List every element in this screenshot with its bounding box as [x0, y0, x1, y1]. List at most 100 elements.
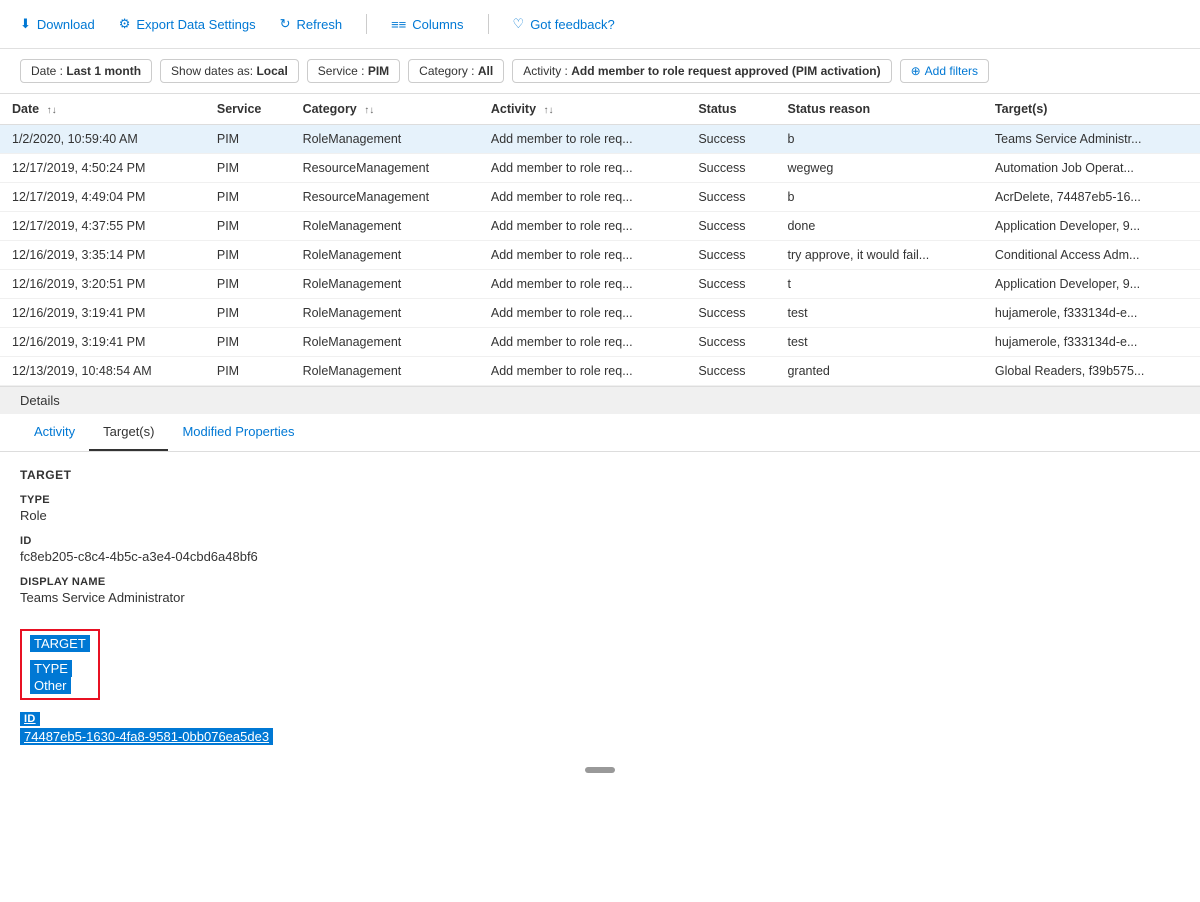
tab-modified[interactable]: Modified Properties: [168, 414, 308, 451]
date-filter-value: Last 1 month: [66, 64, 141, 78]
cell-status_reason: t: [775, 270, 982, 299]
cell-status_reason: b: [775, 183, 982, 212]
cell-status: Success: [686, 183, 775, 212]
toolbar-divider-1: [366, 14, 367, 34]
table-row[interactable]: 12/17/2019, 4:49:04 PMPIMResourceManagem…: [0, 183, 1200, 212]
table-row[interactable]: 1/2/2020, 10:59:40 AMPIMRoleManagementAd…: [0, 125, 1200, 154]
activity-filter[interactable]: Activity : Add member to role request ap…: [512, 59, 891, 83]
details-tabs: Activity Target(s) Modified Properties: [0, 414, 1200, 452]
cell-activity: Add member to role req...: [479, 328, 686, 357]
cell-category: RoleManagement: [291, 241, 479, 270]
cell-status_reason: try approve, it would fail...: [775, 241, 982, 270]
col-header-status-reason[interactable]: Status reason: [775, 94, 982, 125]
cell-status: Success: [686, 154, 775, 183]
cell-status: Success: [686, 299, 775, 328]
col-header-status[interactable]: Status: [686, 94, 775, 125]
cell-activity: Add member to role req...: [479, 183, 686, 212]
service-filter-label: Service :: [318, 64, 365, 78]
cell-activity: Add member to role req...: [479, 125, 686, 154]
cell-targets: AcrDelete, 74487eb5-16...: [983, 183, 1200, 212]
cell-targets: hujamerole, f333134d-e...: [983, 299, 1200, 328]
cell-status: Success: [686, 357, 775, 386]
table-row[interactable]: 12/17/2019, 4:37:55 PMPIMRoleManagementA…: [0, 212, 1200, 241]
target2-type-value-row: Other: [30, 677, 90, 694]
target2-type-row: TYPE: [30, 660, 90, 677]
cell-service: PIM: [205, 125, 291, 154]
cell-status: Success: [686, 241, 775, 270]
tab-activity[interactable]: Activity: [20, 414, 89, 451]
table-row[interactable]: 12/16/2019, 3:35:14 PMPIMRoleManagementA…: [0, 241, 1200, 270]
col-header-category[interactable]: Category ↑↓: [291, 94, 479, 125]
cell-status: Success: [686, 212, 775, 241]
cell-status_reason: granted: [775, 357, 982, 386]
table-row[interactable]: 12/16/2019, 3:19:41 PMPIMRoleManagementA…: [0, 299, 1200, 328]
cell-service: PIM: [205, 154, 291, 183]
target2-type-value-selected: Other: [30, 677, 71, 694]
refresh-icon: ↻: [280, 16, 291, 32]
table-row[interactable]: 12/16/2019, 3:19:41 PMPIMRoleManagementA…: [0, 328, 1200, 357]
target2-type-label-selected: TYPE: [30, 660, 72, 677]
target1-display-name-value: Teams Service Administrator: [20, 590, 1180, 605]
refresh-button[interactable]: ↻ Refresh: [280, 16, 342, 32]
service-filter[interactable]: Service : PIM: [307, 59, 400, 83]
col-header-targets[interactable]: Target(s): [983, 94, 1200, 125]
target2-title-selected: TARGET: [30, 635, 90, 652]
cell-service: PIM: [205, 241, 291, 270]
tab-targets[interactable]: Target(s): [89, 414, 168, 451]
cell-category: ResourceManagement: [291, 183, 479, 212]
category-filter-label: Category :: [419, 64, 474, 78]
cell-category: RoleManagement: [291, 328, 479, 357]
cell-status_reason: test: [775, 299, 982, 328]
activity-sort-icon: ↑↓: [544, 105, 554, 116]
cell-service: PIM: [205, 183, 291, 212]
cell-status_reason: b: [775, 125, 982, 154]
target2-id-value-link: 74487eb5-1630-4fa8-9581-0bb076ea5de3: [20, 728, 273, 745]
show-dates-label: Show dates as:: [171, 64, 253, 78]
feedback-button[interactable]: ♡ Got feedback?: [513, 16, 615, 32]
download-button[interactable]: ⬇ Download: [20, 16, 95, 32]
category-filter[interactable]: Category : All: [408, 59, 504, 83]
table-row[interactable]: 12/16/2019, 3:20:51 PMPIMRoleManagementA…: [0, 270, 1200, 299]
cell-date: 12/16/2019, 3:35:14 PM: [0, 241, 205, 270]
export-icon: ⚙: [119, 16, 131, 32]
col-header-activity[interactable]: Activity ↑↓: [479, 94, 686, 125]
col-header-date[interactable]: Date ↑↓: [0, 94, 205, 125]
cell-targets: Conditional Access Adm...: [983, 241, 1200, 270]
cell-activity: Add member to role req...: [479, 357, 686, 386]
target1-id-value: fc8eb205-c8c4-4b5c-a3e4-04cbd6a48bf6: [20, 549, 1180, 564]
refresh-label: Refresh: [297, 17, 343, 32]
cell-service: PIM: [205, 212, 291, 241]
export-label: Export Data Settings: [136, 17, 255, 32]
cell-category: RoleManagement: [291, 299, 479, 328]
cell-date: 12/17/2019, 4:50:24 PM: [0, 154, 205, 183]
target1-title: TARGET: [20, 468, 1180, 482]
tab-targets-label: Target(s): [103, 424, 154, 439]
filters-row: Date : Last 1 month Show dates as: Local…: [0, 49, 1200, 93]
table-row[interactable]: 12/17/2019, 4:50:24 PMPIMResourceManagem…: [0, 154, 1200, 183]
cell-targets: hujamerole, f333134d-e...: [983, 328, 1200, 357]
cell-date: 12/17/2019, 4:37:55 PM: [0, 212, 205, 241]
table-row[interactable]: 12/13/2019, 10:48:54 AMPIMRoleManagement…: [0, 357, 1200, 386]
cell-service: PIM: [205, 270, 291, 299]
add-filters-button[interactable]: ⊕ Add filters: [900, 59, 989, 83]
columns-label: Columns: [412, 17, 463, 32]
target2-id-label: ID: [20, 712, 1180, 726]
scroll-dot: [585, 767, 615, 773]
cell-targets: Global Readers, f39b575...: [983, 357, 1200, 386]
target2-id-row: ID 74487eb5-1630-4fa8-9581-0bb076ea5de3: [20, 712, 1180, 745]
col-header-service[interactable]: Service: [205, 94, 291, 125]
cell-category: ResourceManagement: [291, 154, 479, 183]
target2-id-label-link: ID: [20, 712, 40, 726]
category-sort-icon: ↑↓: [364, 105, 374, 116]
columns-button[interactable]: ≡≡ Columns: [391, 17, 463, 32]
activity-filter-value: Add member to role request approved (PIM…: [571, 64, 880, 78]
export-button[interactable]: ⚙ Export Data Settings: [119, 16, 256, 32]
tab-modified-label: Modified Properties: [182, 424, 294, 439]
date-filter[interactable]: Date : Last 1 month: [20, 59, 152, 83]
target2-title-highlight: TARGET: [30, 635, 90, 652]
table-header-row: Date ↑↓ Service Category ↑↓ Activity ↑↓ …: [0, 94, 1200, 125]
cell-date: 12/16/2019, 3:20:51 PM: [0, 270, 205, 299]
show-dates-filter[interactable]: Show dates as: Local: [160, 59, 299, 83]
target2-highlight-block: TARGET TYPE Other: [20, 629, 100, 700]
audit-log-table: Date ↑↓ Service Category ↑↓ Activity ↑↓ …: [0, 93, 1200, 386]
